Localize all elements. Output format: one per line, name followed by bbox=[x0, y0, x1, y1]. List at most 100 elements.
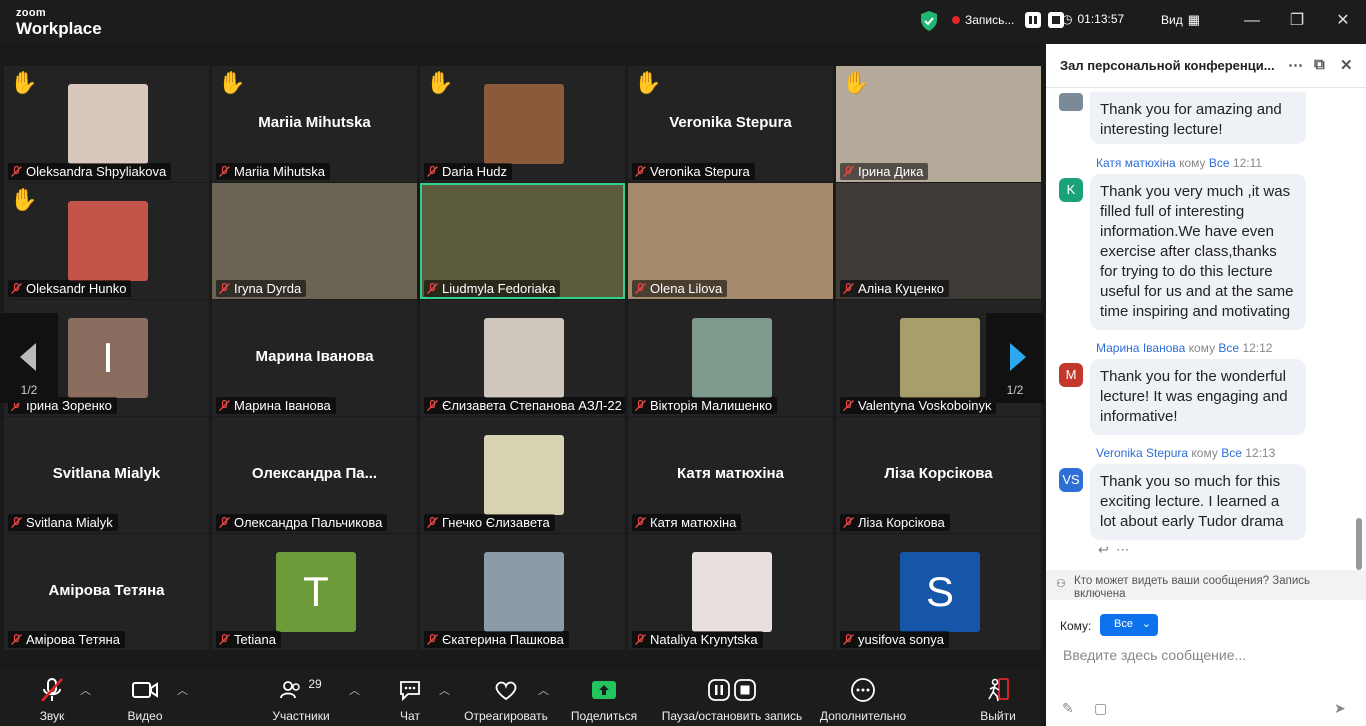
avatar: VS bbox=[1059, 468, 1083, 492]
chat-button[interactable]: Чат bbox=[392, 674, 428, 723]
react-options-chevron-icon[interactable]: ︿ bbox=[538, 682, 549, 698]
participant-tile[interactable]: Nataliya Krynytska bbox=[628, 534, 833, 650]
message-input[interactable]: Введите здесь сообщение... bbox=[1063, 647, 1246, 663]
pause-stop-record-button[interactable]: Пауза/остановить запись bbox=[660, 674, 804, 723]
participant-tile[interactable]: Олександра Па... Олександра Пальчикова bbox=[212, 417, 417, 533]
mic-muted-icon bbox=[427, 283, 438, 294]
recipient-select[interactable]: Все ⌄ bbox=[1100, 614, 1158, 636]
recipient-value: Все bbox=[1114, 618, 1133, 630]
participant-tile[interactable]: Iryna Dyrda bbox=[212, 183, 417, 299]
participant-name-label: Olena Lilova bbox=[632, 280, 728, 297]
participant-name-label: Iryna Dyrda bbox=[216, 280, 307, 297]
participant-tile[interactable]: Svitlana Mialyk Svitlana Mialyk bbox=[4, 417, 209, 533]
participant-name-label: Veronika Stepura bbox=[632, 163, 755, 180]
chat-header: Зал персональной конференци... ⋯ ⧉ ✕ bbox=[1046, 44, 1366, 88]
participant-display-name: Амірова Тетяна bbox=[48, 582, 165, 599]
more-button[interactable]: Дополнительно bbox=[818, 674, 908, 723]
participant-name-label: Svitlana Mialyk bbox=[8, 514, 118, 531]
avatar bbox=[68, 201, 148, 281]
avatar bbox=[692, 552, 772, 632]
participant-tile[interactable]: ✋ Oleksandr Hunko bbox=[4, 183, 209, 299]
audio-button[interactable]: Звук bbox=[32, 674, 72, 723]
leave-button[interactable]: Выйти bbox=[978, 674, 1018, 723]
react-button[interactable]: Отреагировать bbox=[462, 674, 550, 723]
mic-muted-icon bbox=[843, 283, 854, 294]
participant-tile[interactable]: Єлизавета Степанова АЗЛ-22 bbox=[420, 300, 625, 416]
participant-name-label: Ірина Дика bbox=[840, 163, 929, 180]
participant-tile[interactable]: Liudmyla Fedoriaka bbox=[420, 183, 625, 299]
previous-page-button[interactable]: 1/2 bbox=[0, 313, 58, 403]
clock-icon: ◷ bbox=[1062, 12, 1073, 26]
participant-tile[interactable]: Mariia Mihutska ✋ Mariia Mihutska bbox=[212, 66, 417, 182]
participant-name: Veronika Stepura bbox=[650, 164, 750, 179]
privacy-text[interactable]: Кто может видеть ваши сообщения? Запись … bbox=[1074, 575, 1360, 601]
shield-icon[interactable] bbox=[919, 10, 939, 32]
video-button[interactable]: Видео bbox=[125, 674, 165, 723]
send-icon[interactable]: ➤ bbox=[1334, 700, 1346, 717]
message-actions[interactable]: ↩ ⋯ bbox=[1098, 542, 1129, 558]
chat-options-chevron-icon[interactable]: ︿ bbox=[439, 682, 450, 698]
more-actions-icon[interactable]: ⋯ bbox=[1116, 542, 1129, 557]
recording-indicator[interactable]: Запись... bbox=[952, 12, 1065, 28]
record-dot-icon bbox=[952, 16, 960, 24]
recipient: Все bbox=[1208, 156, 1230, 170]
participant-tile[interactable]: Аліна Куценко bbox=[836, 183, 1041, 299]
view-button[interactable]: Вид ▦ bbox=[1161, 12, 1200, 28]
maximize-icon[interactable]: ❐ bbox=[1286, 10, 1308, 32]
raised-hand-icon: ✋ bbox=[10, 70, 38, 95]
recipient: Все bbox=[1221, 446, 1242, 460]
participant-name: Svitlana Mialyk bbox=[26, 515, 113, 530]
pop-out-icon[interactable]: ⧉ bbox=[1314, 56, 1325, 73]
meeting-toolbar: Звук ︿ Видео ︿ 29 Участники ︿ Чат ︿ Отре… bbox=[0, 668, 1044, 726]
message-bubble: Thank you for amazing and interesting le… bbox=[1090, 92, 1306, 144]
meeting-timer[interactable]: ◷ 01:13:57 bbox=[1062, 12, 1124, 26]
participant-name: Oleksandr Hunko bbox=[26, 281, 127, 296]
to-label: Кому: bbox=[1060, 619, 1092, 633]
participant-tile[interactable]: T Tetiana bbox=[212, 534, 417, 650]
participant-tile[interactable]: Вікторія Малишенко bbox=[628, 300, 833, 416]
mic-muted-icon bbox=[843, 634, 854, 645]
file-attach-icon[interactable]: ▢ bbox=[1094, 700, 1107, 717]
participant-name-label: Oleksandr Hunko bbox=[8, 280, 132, 297]
participant-tile[interactable]: Гнечко Єлизавета bbox=[420, 417, 625, 533]
participant-tile[interactable]: Olena Lilova bbox=[628, 183, 833, 299]
participant-name: Ліза Корсікова bbox=[858, 515, 945, 530]
participant-tile[interactable]: Амірова Тетяна Амірова Тетяна bbox=[4, 534, 209, 650]
participant-name-label: Nataliya Krynytska bbox=[632, 631, 763, 648]
participant-name: Олександра Пальчикова bbox=[234, 515, 383, 530]
participant-tile[interactable]: Катя матюхіна Катя матюхіна bbox=[628, 417, 833, 533]
participant-tile[interactable]: ✋ Daria Hudz bbox=[420, 66, 625, 182]
reply-icon[interactable]: ↩ bbox=[1098, 542, 1109, 557]
participants-options-chevron-icon[interactable]: ︿ bbox=[349, 682, 360, 698]
chat-scrollbar[interactable] bbox=[1356, 518, 1362, 570]
participant-tile[interactable]: ✋ Oleksandra Shpyliakova bbox=[4, 66, 209, 182]
mic-muted-icon bbox=[635, 634, 646, 645]
participant-tile[interactable]: Syusifova sonya bbox=[836, 534, 1041, 650]
participant-name: Iryna Dyrda bbox=[234, 281, 302, 296]
pause-record-icon[interactable] bbox=[1025, 12, 1042, 28]
participant-tile[interactable]: Єкатерина Пашкова bbox=[420, 534, 625, 650]
audio-options-chevron-icon[interactable]: ︿ bbox=[80, 682, 91, 698]
participants-button[interactable]: 29 Участники bbox=[270, 674, 332, 723]
more-options-icon[interactable]: ⋯ bbox=[1288, 56, 1303, 74]
participant-display-name: Mariia Mihutska bbox=[258, 114, 371, 131]
participant-tile[interactable]: Veronika Stepura ✋ Veronika Stepura bbox=[628, 66, 833, 182]
sender-name: Veronika Stepura bbox=[1096, 446, 1189, 460]
mic-muted-icon bbox=[635, 517, 646, 528]
format-text-icon[interactable]: ✎ bbox=[1062, 700, 1074, 717]
mic-muted-icon bbox=[843, 517, 854, 528]
avatar: S bbox=[900, 552, 980, 632]
mic-muted-icon bbox=[843, 166, 854, 177]
participant-tile[interactable]: ✋ Ірина Дика bbox=[836, 66, 1041, 182]
close-window-icon[interactable]: ✕ bbox=[1332, 10, 1354, 32]
share-button[interactable]: Поделиться bbox=[568, 674, 640, 723]
video-options-chevron-icon[interactable]: ︿ bbox=[177, 682, 188, 698]
close-chat-icon[interactable]: ✕ bbox=[1340, 56, 1353, 74]
minimize-icon[interactable]: — bbox=[1241, 10, 1263, 32]
logo-bottom: Workplace bbox=[16, 19, 102, 38]
participant-tile[interactable]: Марина Іванова Марина Іванова bbox=[212, 300, 417, 416]
avatar bbox=[484, 84, 564, 164]
next-page-button[interactable]: 1/2 bbox=[986, 313, 1044, 403]
participant-name-label: Єкатерина Пашкова bbox=[424, 631, 569, 648]
participant-tile[interactable]: Ліза Корсікова Ліза Корсікова bbox=[836, 417, 1041, 533]
